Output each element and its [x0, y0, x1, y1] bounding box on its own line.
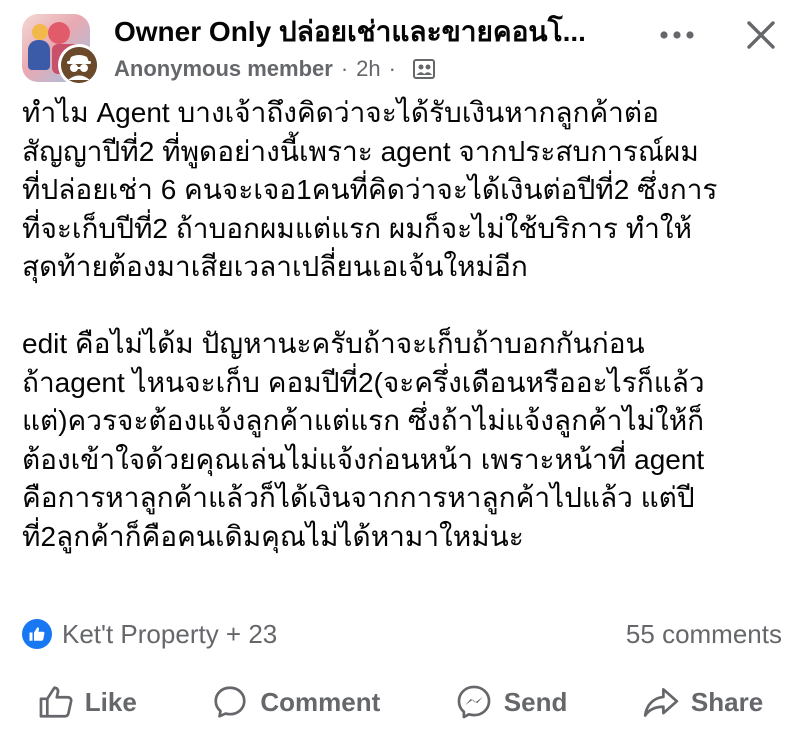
group-members-icon [412, 57, 436, 81]
like-label: Like [84, 686, 137, 717]
like-reaction-icon [22, 619, 52, 649]
send-label: Send [503, 686, 568, 717]
post-line: ทำไม Agent บางเจ้าถึงคิดว่าจะได้รับเงินห… [22, 97, 659, 128]
post-line: ต้องเข้าใจด้วยคุณเล่นไม่แจ้งก่อนหน้า เพร… [22, 443, 705, 475]
post-line: edit คือไม่ได้ม ปัญหานะครับถ้าจะเก็บถ้าบ… [22, 328, 645, 359]
reactors-text: Ket't Property + 23 [62, 618, 278, 649]
post-line: สัญญาปีที่2 ที่พูดอย่างนี้เพราะ agent จา… [22, 135, 699, 167]
share-arrow-icon [643, 687, 679, 717]
group-name[interactable]: Owner Only ปล่อยเช่าและขายคอนโ... [114, 14, 654, 50]
share-label: Share [690, 686, 764, 717]
comment-button[interactable]: Comment [200, 677, 390, 727]
more-options-button[interactable] [655, 17, 699, 53]
reactions-summary[interactable]: Ket't Property + 23 [22, 619, 277, 650]
meta-separator: · [340, 56, 349, 81]
group-avatar-stack[interactable] [22, 14, 100, 86]
meta-separator: · [388, 56, 396, 81]
comments-count[interactable]: 55 comments [626, 619, 782, 650]
post-line: ที่ปล่อยเช่า 6 คนจะเจอ1คนที่คิดว่าจะได้เ… [22, 174, 718, 205]
post-line: ถ้าagent ไหนจะเก็บ คอมปีที่2(จะครึ่งเดือ… [22, 366, 705, 398]
like-button[interactable]: Like [27, 677, 147, 727]
post-meta: Anonymous member · 2h · [114, 54, 436, 84]
post-line: คือการหาลูกค้าแล้วก็ได้เงินจากการหาลูกค้… [22, 482, 695, 513]
post-paragraph-2: edit คือไม่ได้ม ปัญหานะครับถ้าจะเก็บถ้าบ… [22, 325, 792, 556]
author-name[interactable]: Anonymous member [114, 56, 333, 82]
send-button[interactable]: Send [444, 677, 578, 727]
more-dots-icon [660, 31, 694, 39]
post-body: ทำไม Agent บางเจ้าถึงคิดว่าจะได้รับเงินห… [22, 94, 792, 556]
comment-bubble-icon [214, 686, 246, 718]
thumbs-up-icon [39, 686, 73, 718]
post-card: Owner Only ปล่อยเช่าและขายคอนโ... Anonym… [0, 0, 800, 738]
post-line: ที่2ลูกค้าก็คือคนเดิมคุณไม่ได้หามาใหม่นะ [22, 520, 524, 552]
comment-label: Comment [260, 686, 381, 717]
post-stats: Ket't Property + 23 55 comments [22, 614, 782, 654]
close-icon [747, 21, 775, 49]
anonymous-avatar-icon [58, 44, 100, 86]
messenger-icon [457, 685, 491, 719]
post-line: แต่)ควรจะต้องแจ้งลูกค้าแต่แรก ซึ่งถ้าไม่… [22, 405, 705, 436]
post-paragraph-1: ทำไม Agent บางเจ้าถึงคิดว่าจะได้รับเงินห… [22, 94, 792, 287]
post-actions-bar: Like Comment Send Share [0, 672, 800, 732]
post-time[interactable]: 2h [356, 56, 380, 82]
post-line: สุดท้ายต้องมาเสียเวลาเปลี่ยนเอเจ้นใหม่อี… [22, 251, 528, 282]
close-button[interactable] [740, 14, 782, 56]
post-line: ที่จะเก็บปีที่2 ถ้าบอกผมแต่แรก ผมก็จะไม่… [22, 212, 693, 244]
share-button[interactable]: Share [631, 677, 773, 727]
